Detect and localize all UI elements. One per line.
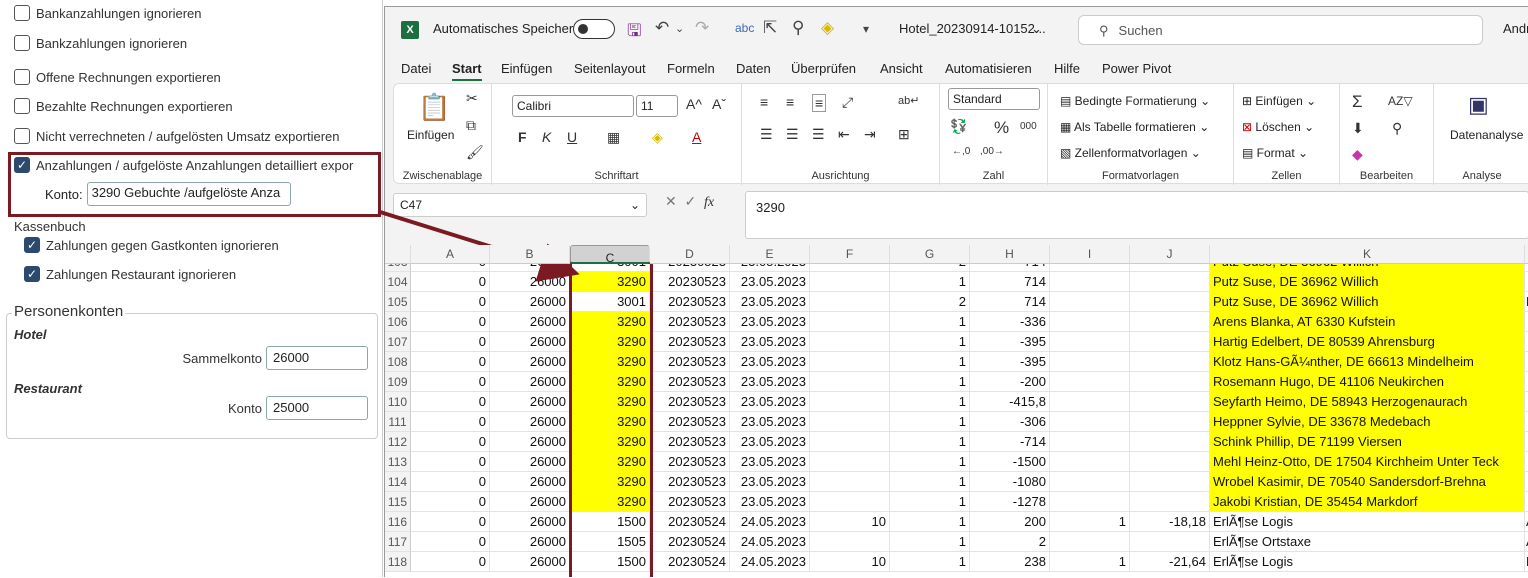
- column-header-a[interactable]: A: [411, 245, 490, 264]
- column-header-k[interactable]: K: [1210, 245, 1525, 264]
- column-header-e[interactable]: E: [730, 245, 810, 264]
- column-header-g[interactable]: G: [890, 245, 970, 264]
- column-header-c[interactable]: C: [570, 245, 650, 265]
- column-header-j[interactable]: J: [1130, 245, 1210, 264]
- column-header-b[interactable]: B: [490, 245, 570, 264]
- column-header-d[interactable]: D: [650, 245, 730, 264]
- column-header-h[interactable]: H: [970, 245, 1050, 264]
- annotation-arrow: [379, 210, 580, 282]
- column-header-i[interactable]: I: [1050, 245, 1130, 264]
- select-all-corner[interactable]: [385, 245, 411, 264]
- column-header-f[interactable]: F: [810, 245, 890, 264]
